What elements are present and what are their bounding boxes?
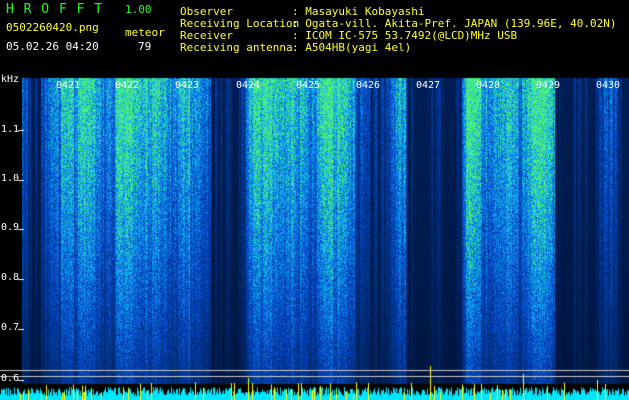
antenna-value: : A504HB(yagi 4el) (292, 41, 412, 54)
location-label: Receiving Location (180, 17, 300, 30)
time-tick-0424: 0424 (236, 80, 261, 91)
app-title: H R O F F T (6, 2, 104, 17)
hrofft-window: H R O F F T 1.00 0502260420.png meteor 0… (0, 0, 629, 400)
y-tick-0-7: 0.7 (1, 322, 20, 333)
time-tick-0427: 0427 (416, 80, 441, 91)
time-tick-0423: 0423 (175, 80, 200, 91)
time-tick-0425: 0425 (296, 80, 321, 91)
app-version: 1.00 (125, 3, 152, 16)
receiver-value: : ICOM IC-575 53.7492(@LCD)MHz USB (292, 29, 518, 42)
time-tick-0421: 0421 (56, 80, 81, 91)
time-tick-0426: 0426 (356, 80, 381, 91)
y-tick-0-6: 0.6 (1, 373, 20, 384)
axis-unit: kHz (1, 74, 20, 85)
meteor-count: 79 (138, 40, 152, 53)
time-tick-0430: 0430 (596, 80, 621, 91)
y-tick-0-8: 0.8 (1, 272, 20, 283)
observer-label: Observer (180, 5, 233, 18)
mode-label: meteor (125, 26, 165, 39)
spectrogram (0, 0, 629, 400)
receiver-label: Receiver (180, 29, 233, 42)
observer-value: : Masayuki Kobayashi (292, 5, 425, 18)
file-name: 0502260420.png (6, 21, 99, 34)
time-tick-0428: 0428 (476, 80, 501, 91)
time-tick-0422: 0422 (115, 80, 140, 91)
y-tick-0-9: 0.9 (1, 222, 20, 233)
y-tick-1-0: 1.0 (1, 173, 20, 184)
y-tick-1-1: 1.1 (1, 124, 20, 135)
timestamp: 05.02.26 04:20 (6, 40, 99, 53)
antenna-label: Receiving antenna (180, 41, 293, 54)
location-value: : Ogata-vill. Akita-Pref. JAPAN (139.96E… (292, 17, 617, 30)
time-tick-0429: 0429 (536, 80, 561, 91)
